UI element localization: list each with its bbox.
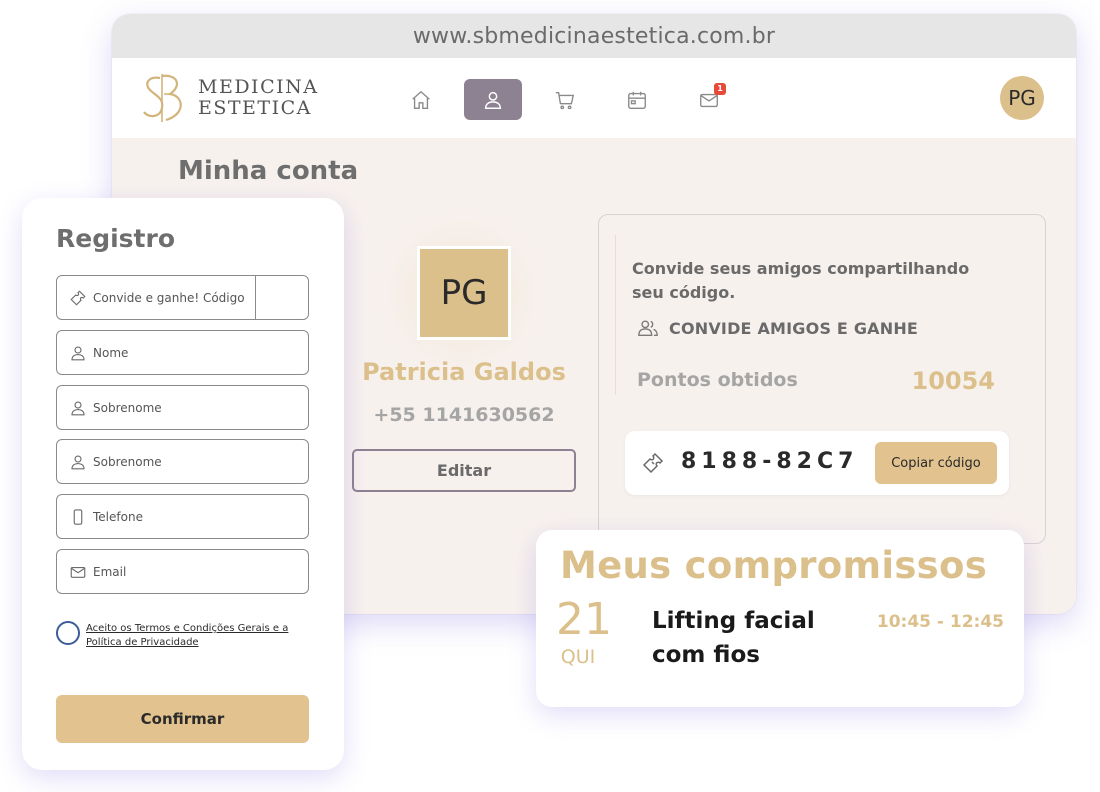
terms-row: Aceito os Termos e Condições Gerais e a … [56,621,314,650]
second-surname-placeholder: Sobrenome [93,454,162,469]
referral-code-placeholder: Convide e ganhe! Código [93,290,245,305]
terms-checkbox[interactable] [56,621,80,645]
mail-icon [70,566,86,578]
surname-placeholder: Sobrenome [93,400,162,415]
users-icon [638,320,658,337]
invite-friends-link[interactable]: CONVIDE AMIGOS E GANHE [637,317,918,339]
points-label: Pontos obtidos [637,369,798,391]
registration-card: Registro Convide e ganhe! Código Nome So… [22,198,344,770]
profile-avatar: PG [417,246,511,340]
calendar-icon [628,91,646,109]
email-placeholder: Email [93,564,127,579]
appointment-day: 21 [556,594,612,645]
invite-description: Convide seus amigos compartilhando seu c… [632,259,970,302]
user-icon [71,454,85,469]
brand-logo[interactable]: MEDICINA ESTETICA [138,70,318,126]
name-field[interactable]: Nome [56,330,309,375]
user-icon [484,91,502,109]
user-icon [71,345,85,360]
url-bar[interactable]: www.sbmedicinaestetica.com.br [112,14,1076,58]
nav-home[interactable] [392,79,450,120]
second-surname-field[interactable]: Sobrenome [56,439,309,484]
phone-field[interactable]: Telefone [56,494,309,539]
appointments-card: Meus compromissos 21 QUI Lifting facial … [536,530,1024,707]
appointment-time: 10:45 - 12:45 [876,612,1004,632]
user-icon [71,400,85,415]
nav-calendar[interactable] [608,79,666,120]
nav-account[interactable] [464,79,522,120]
appointment-name[interactable]: Lifting facial com fios [652,604,852,672]
brand-line2: ESTETICA [198,97,312,119]
profile-phone: +55 1141630562 [373,404,555,426]
url-text: www.sbmedicinaestetica.com.br [412,23,776,49]
nav-cart[interactable] [536,79,594,120]
cart-icon [555,91,575,109]
points-value: 10054 [911,367,996,395]
confirm-button[interactable]: Confirmar [56,695,309,743]
email-field[interactable]: Email [56,549,309,594]
edit-button[interactable]: Editar [352,449,576,492]
appointment-weekday: QUI [560,646,596,668]
referral-code: 8188-82C7 [681,449,859,474]
page-title: Minha conta [178,156,359,186]
ticket-icon [642,452,664,474]
brand-line1: MEDICINA [198,76,319,98]
brand-name: MEDICINA ESTETICA [198,77,318,119]
field-divider [255,276,256,319]
referral-code-field[interactable]: Convide e ganhe! Código [56,275,309,320]
user-avatar[interactable]: PG [1000,76,1044,120]
terms-link[interactable]: Aceito os Termos e Condições Gerais e a … [86,622,314,650]
appointments-title: Meus compromissos [560,544,988,587]
phone-placeholder: Telefone [93,509,143,524]
profile-name: Patricia Galdos [362,358,566,386]
ticket-icon [70,289,86,306]
surname-field[interactable]: Sobrenome [56,385,309,430]
copy-code-button[interactable]: Copiar código [875,442,997,484]
phone-icon [73,508,83,525]
top-navigation: MEDICINA ESTETICA 1 PG [112,58,1076,138]
invite-link-label: CONVIDE AMIGOS E GANHE [669,318,919,338]
invite-panel: Convide seus amigos compartilhando seu c… [598,214,1046,544]
sb-monogram-icon [143,74,182,122]
name-placeholder: Nome [93,345,129,360]
nav-icons: 1 [392,79,752,120]
referral-code-box: 8188-82C7 Copiar código [625,431,1009,495]
nav-messages[interactable]: 1 [680,79,738,120]
divider [615,235,616,395]
notification-badge: 1 [714,83,726,95]
home-icon [412,90,430,109]
registration-title: Registro [56,224,176,253]
